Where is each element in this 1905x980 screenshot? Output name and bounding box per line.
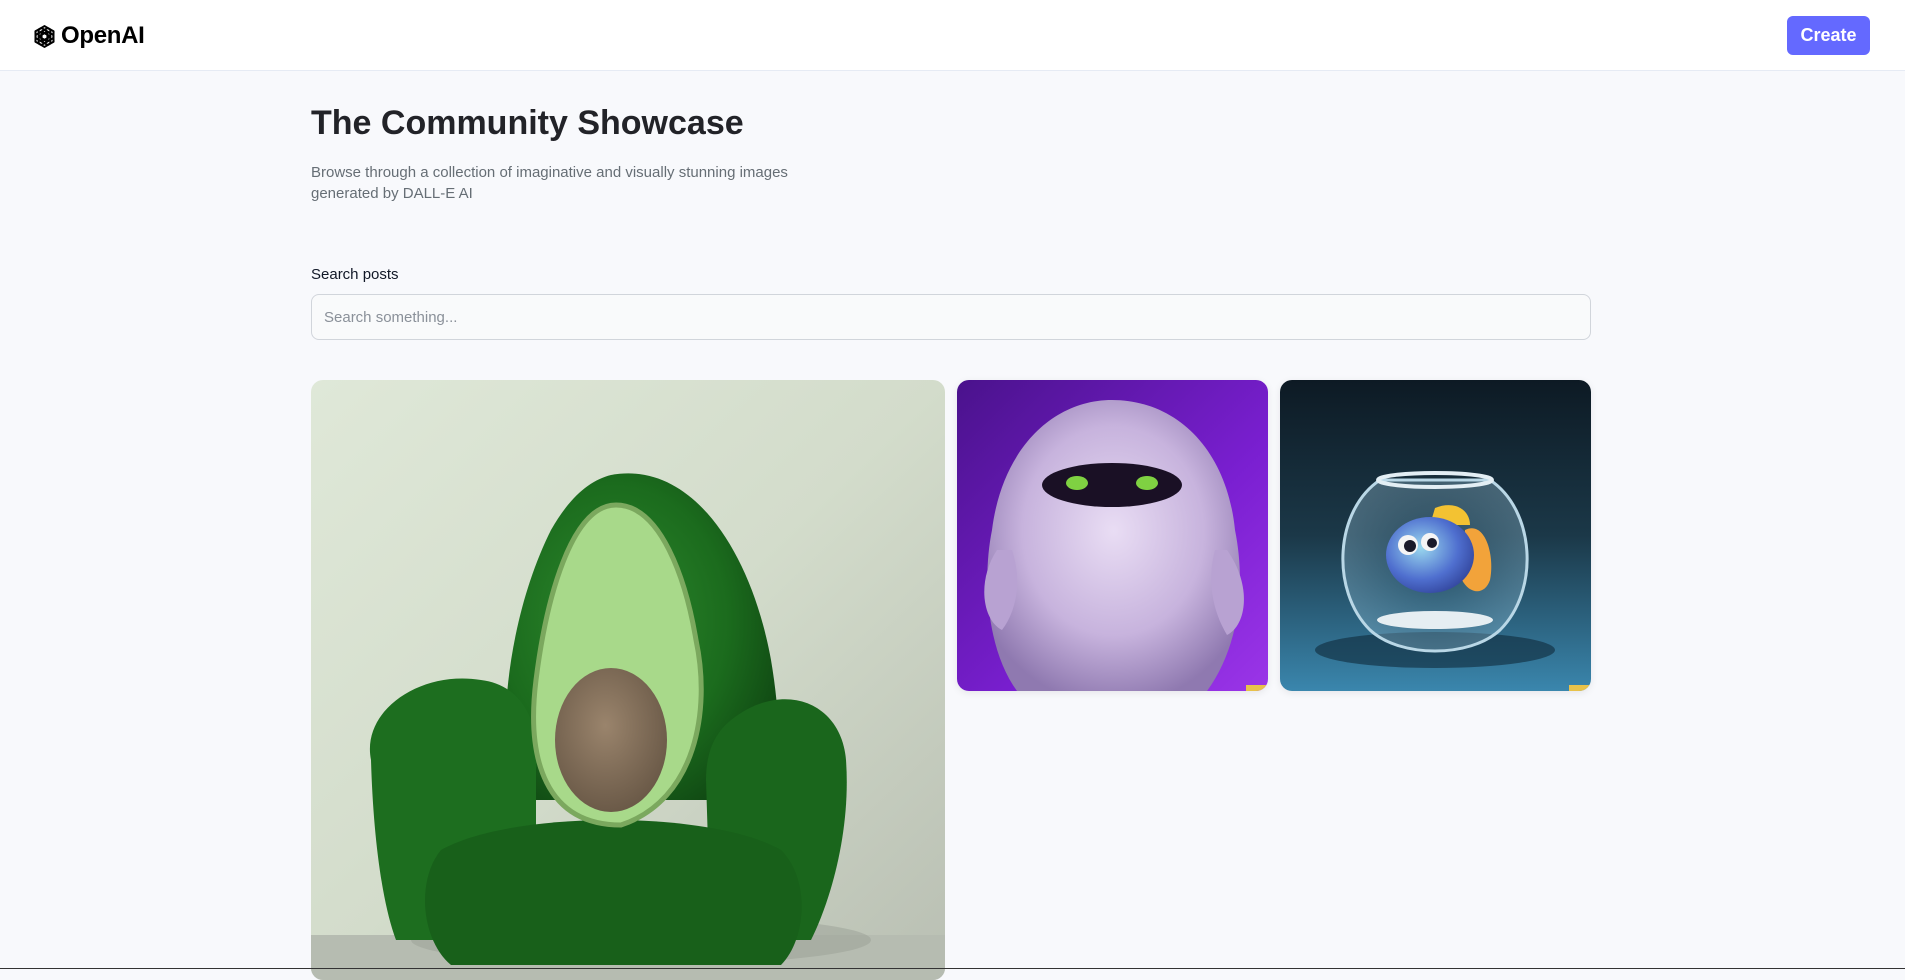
openai-logo[interactable]: OpenAI <box>30 20 145 52</box>
top-navbar: OpenAI Create <box>0 0 1905 71</box>
gallery-card-fishbowl[interactable] <box>1280 380 1591 691</box>
avocado-chair-image <box>311 380 945 980</box>
search-label: Search posts <box>311 266 399 283</box>
fishbowl-image <box>1280 380 1591 691</box>
gallery-card-avocado-chair[interactable] <box>311 380 945 980</box>
search-input[interactable] <box>311 294 1591 340</box>
page-subtitle: Browse through a collection of imaginati… <box>311 164 788 202</box>
logo-text: OpenAI <box>61 22 145 49</box>
create-button[interactable]: Create <box>1787 16 1870 55</box>
gallery-card-purple-monster[interactable] <box>957 380 1268 691</box>
page-title: The Community Showcase <box>311 104 744 142</box>
purple-monster-image <box>957 380 1268 691</box>
openai-knot-icon <box>34 24 55 48</box>
